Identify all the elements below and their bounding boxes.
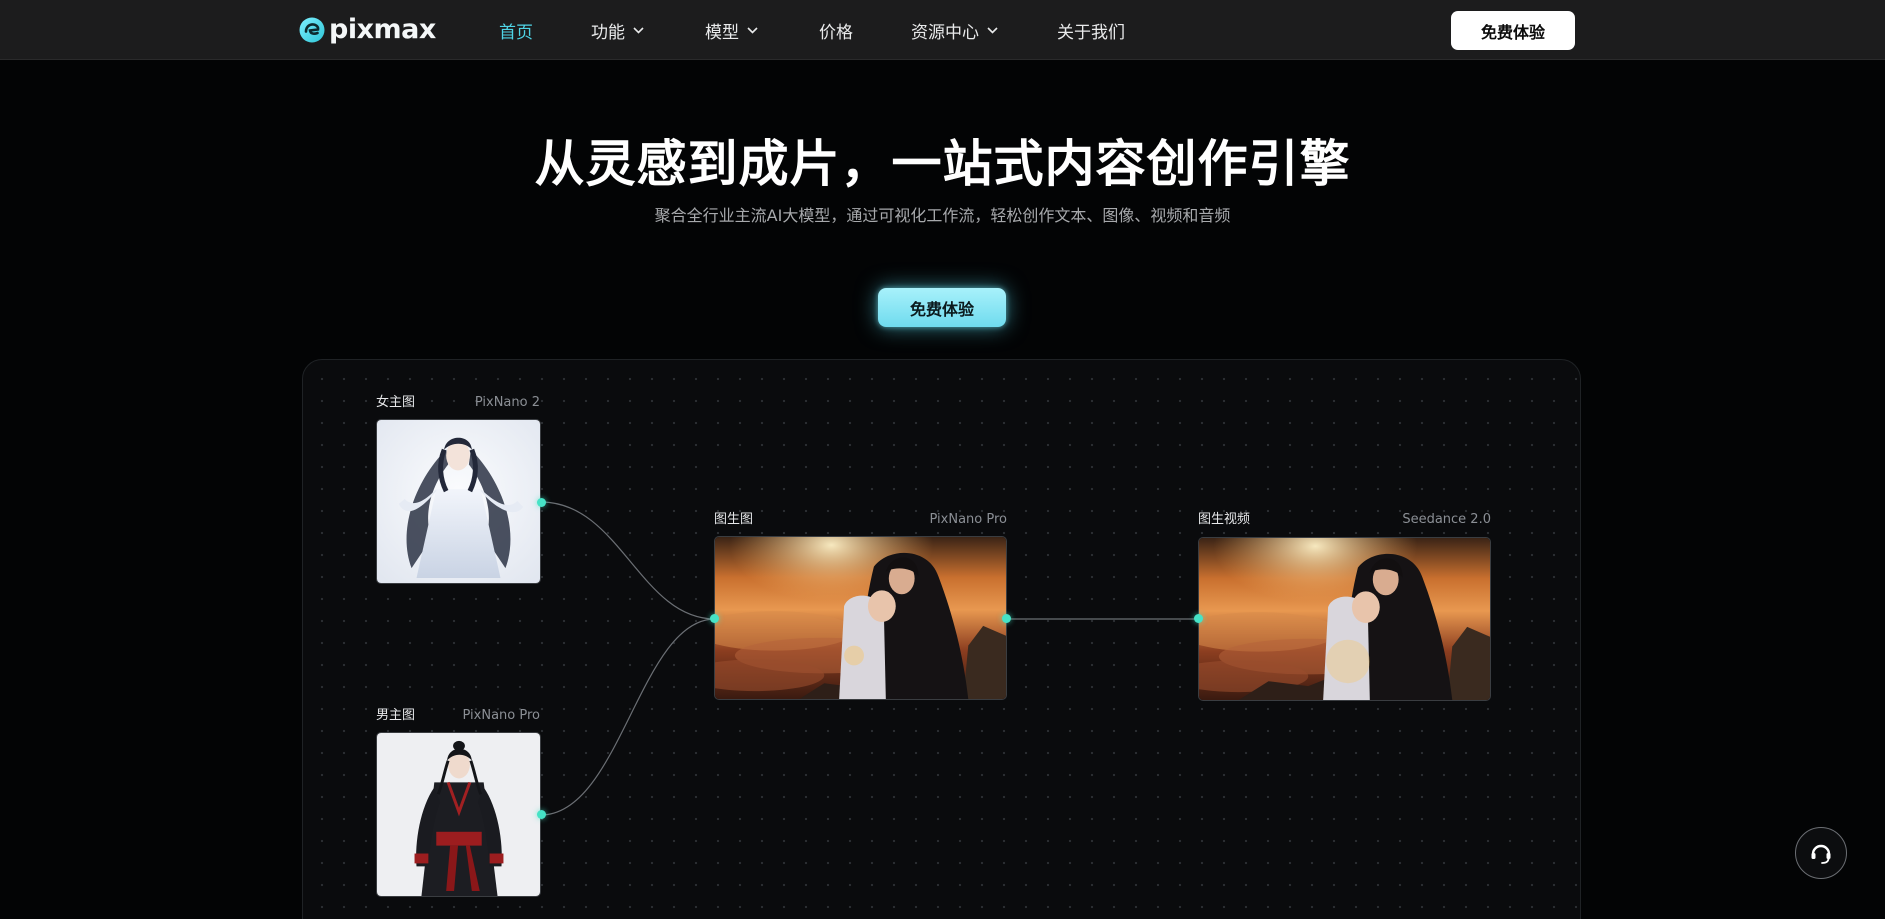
nav-item-resources[interactable]: 资源中心 [911,0,998,60]
headset-icon [1811,844,1831,864]
node-title: 男主图 [376,708,416,723]
node-model-name: PixNano Pro [929,512,1008,527]
female-node-output-port[interactable] [537,498,546,507]
nav-free-trial-button[interactable]: 免费体验 [1451,11,1575,50]
nav-item-models[interactable]: 模型 [705,0,758,60]
chevron-down-icon [633,26,644,34]
nav-item-label: 关于我们 [1057,22,1125,43]
nav-item-about[interactable]: 关于我们 [1057,0,1125,60]
nav-item-label: 首页 [499,22,533,43]
node-title: 图生图 [714,512,754,527]
image-to-video-input-port[interactable] [1194,614,1203,623]
male-character-image [377,733,540,896]
chevron-down-icon [987,26,998,34]
image-to-image-result [715,537,1006,699]
brand-name: pixmax [329,14,436,45]
nav-item-pricing[interactable]: 价格 [819,0,853,60]
node-model-name: Seedance 2.0 [1402,512,1491,527]
image-to-video-node[interactable] [1198,537,1491,701]
node-title: 女主图 [376,395,416,410]
female-lead-image-node[interactable] [376,419,541,584]
pixmax-logo[interactable]: pixmax [299,14,436,46]
hero-subtitle: 聚合全行业主流AI大模型，通过可视化工作流，轻松创作文本、图像、视频和音频 [654,206,1231,225]
image-to-image-node[interactable] [714,536,1007,700]
male-node-output-port[interactable] [537,810,546,819]
nav-item-features[interactable]: 功能 [591,0,644,60]
nav-item-label: 功能 [591,22,625,43]
hero-title: 从灵感到成片，一站式内容创作引擎 [534,135,1351,193]
node-model-name: PixNano Pro [462,708,541,723]
image-to-image-output-port[interactable] [1002,614,1011,623]
node-title: 图生视频 [1198,512,1251,527]
nav-item-label: 资源中心 [911,22,979,43]
male-lead-image-node[interactable] [376,732,541,897]
hero-free-trial-button[interactable]: 免费体验 [878,288,1006,327]
image-to-video-result [1199,538,1490,700]
nav-item-label: 价格 [819,22,853,43]
image-to-image-input-port[interactable] [710,614,719,623]
chevron-down-icon [747,26,758,34]
nav-item-home[interactable]: 首页 [499,0,533,60]
pixmax-logo-icon [299,17,325,43]
top-navbar: pixmax 首页 功能 模型 价格 资源中心 关于我们 免费体验 [0,0,1885,60]
customer-support-button[interactable] [1795,827,1847,879]
female-character-image [377,420,540,583]
node-model-name: PixNano 2 [474,395,540,410]
nav-item-label: 模型 [705,22,739,43]
